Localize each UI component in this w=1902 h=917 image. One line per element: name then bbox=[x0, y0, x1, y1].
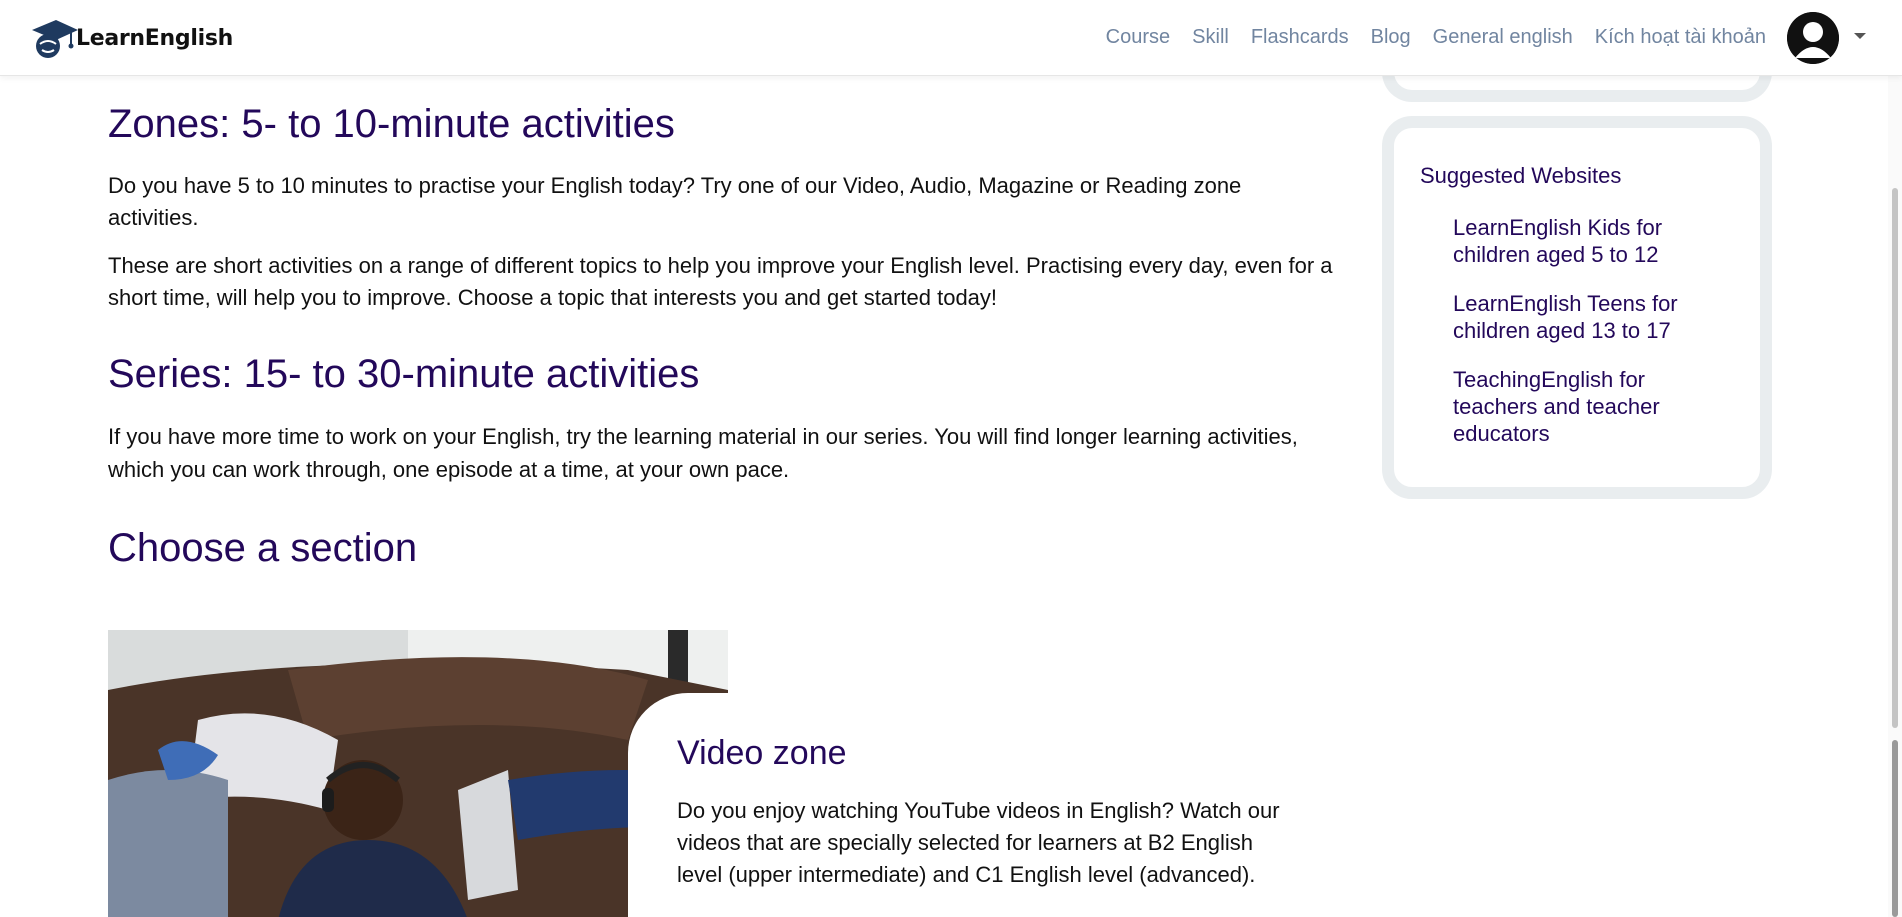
nav-blog[interactable]: Blog bbox=[1371, 22, 1411, 52]
scrollbar-thumb[interactable] bbox=[1892, 740, 1898, 917]
link-learnenglish-kids[interactable]: LearnEnglish Kids for children aged 5 to… bbox=[1453, 214, 1733, 268]
link-learnenglish-teens[interactable]: LearnEnglish Teens for children aged 13 … bbox=[1453, 290, 1733, 344]
logo-text: LearnEnglish bbox=[76, 25, 233, 51]
site-header: LearnEnglish Course Skill Flashcards Blo… bbox=[0, 0, 1902, 76]
zones-heading: Zones: 5- to 10-minute activities bbox=[108, 102, 675, 146]
link-teachingenglish[interactable]: TeachingEnglish for teachers and teacher… bbox=[1453, 366, 1733, 447]
zones-paragraph-1: Do you have 5 to 10 minutes to practise … bbox=[108, 173, 1242, 230]
suggested-websites-title: Suggested Websites bbox=[1420, 163, 1622, 188]
series-heading: Series: 15- to 30-minute activities bbox=[108, 352, 700, 396]
scrollbar-track-thumb[interactable] bbox=[1892, 188, 1898, 728]
zones-paragraph-2: These are short activities on a range of… bbox=[108, 253, 1333, 310]
chevron-down-icon[interactable] bbox=[1854, 33, 1866, 39]
series-paragraph: If you have more time to work on your En… bbox=[108, 424, 1298, 482]
nav-flashcards[interactable]: Flashcards bbox=[1251, 22, 1349, 52]
video-zone-card: Video zone Do you enjoy watching YouTube… bbox=[628, 693, 1348, 917]
logo[interactable]: LearnEnglish bbox=[26, 16, 233, 60]
nav-skill[interactable]: Skill bbox=[1192, 22, 1229, 52]
video-zone-description: Do you enjoy watching YouTube videos in … bbox=[677, 798, 1280, 887]
user-avatar-icon[interactable] bbox=[1787, 12, 1839, 64]
video-zone-title[interactable]: Video zone bbox=[677, 733, 1348, 773]
main-nav: Course Skill Flashcards Blog General eng… bbox=[1106, 22, 1766, 52]
nav-activate-account[interactable]: Kích hoạt tài khoản bbox=[1595, 22, 1766, 52]
choose-section-heading: Choose a section bbox=[108, 526, 418, 570]
suggested-websites-list: LearnEnglish Kids for children aged 5 to… bbox=[1453, 214, 1733, 469]
nav-course[interactable]: Course bbox=[1106, 22, 1170, 52]
nav-general-english[interactable]: General english bbox=[1433, 22, 1573, 52]
logo-graduation-cap-icon bbox=[32, 20, 78, 58]
